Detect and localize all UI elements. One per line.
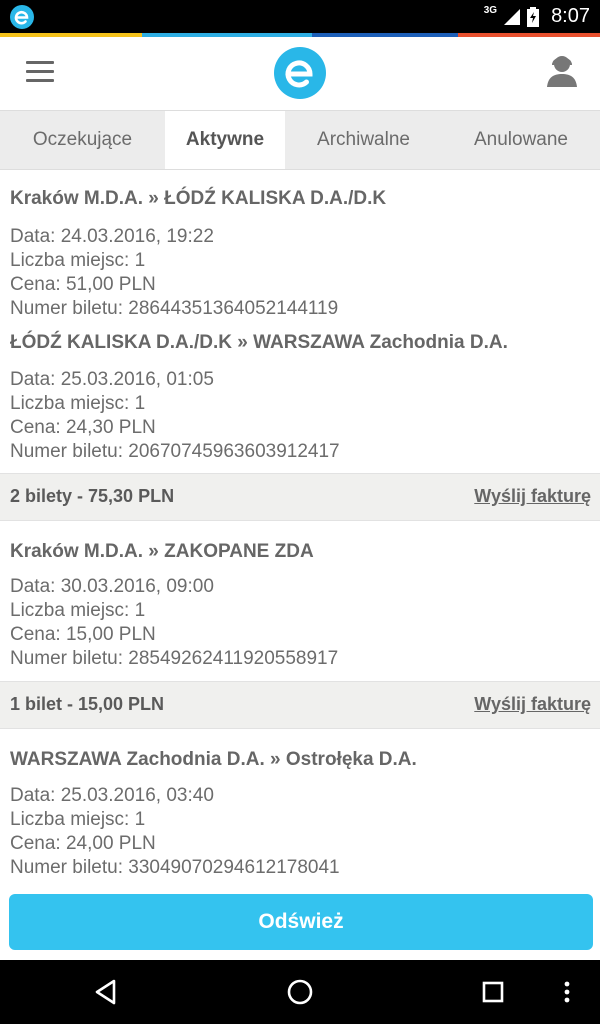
tab-label: Oczekujące [32,129,133,150]
ticket-date: Data: 25.03.2016, 01:05 [10,369,214,390]
ticket-seats: Liczba miejsc: 1 [10,393,146,414]
ticket-price: Cena: 24,30 PLN [10,417,156,438]
ticket-date: Data: 30.03.2016, 09:00 [10,576,214,597]
status-bar: 3G 8:07 [0,0,600,33]
ticket-number: Numer biletu: 33049070294612178041 [10,857,340,878]
system-navigation-bar [0,960,600,1024]
ticket-price: Cena: 24,00 PLN [10,833,156,854]
tab-active[interactable]: Aktywne [165,111,285,169]
tab-label: Anulowane [473,129,569,150]
ticket-list[interactable]: Kraków M.D.A. » ŁÓDŹ KALISKA D.A./D.K Da… [0,170,600,883]
ticket-route: WARSZAWA Zachodnia D.A. » Ostrołęka D.A. [10,749,417,770]
ticket-seats: Liczba miejsc: 1 [10,600,146,621]
order-summary: 2 bilety - 75,30 PLN Wyślij fakturę [0,473,600,521]
send-invoice-link[interactable]: Wyślij fakturę [474,694,591,715]
app-notification-icon [10,5,34,29]
back-icon[interactable] [90,976,122,1008]
tab-archived[interactable]: Archiwalne [285,111,442,169]
ticket-price: Cena: 51,00 PLN [10,274,156,295]
order-summary-text: 2 bilety - 75,30 PLN [10,486,175,506]
overflow-menu-icon[interactable] [557,976,577,1008]
ticket-seats: Liczba miejsc: 1 [10,250,146,271]
ticket-date: Data: 25.03.2016, 03:40 [10,785,214,806]
refresh-button[interactable]: Odśwież [9,894,593,950]
ticket-date: Data: 24.03.2016, 19:22 [10,226,214,247]
tab-cancelled[interactable]: Anulowane [442,111,600,169]
ticket-route: Kraków M.D.A. » ŁÓDŹ KALISKA D.A./D.K [10,188,387,209]
order-summary: 1 bilet - 15,00 PLN Wyślij fakturę [0,681,600,729]
ticket-number: Numer biletu: 20670745963603912417 [10,441,340,462]
ticket-status-tabs: Oczekujące Aktywne Archiwalne Anulowane [0,111,600,170]
send-invoice-link[interactable]: Wyślij fakturę [474,486,591,507]
ticket-number: Numer biletu: 28549262411920558917 [10,648,339,669]
order-summary-text: 1 bilet - 15,00 PLN [10,694,165,714]
signal-icon [504,8,521,25]
ticket-price: Cena: 15,00 PLN [10,624,156,645]
ticket-route: ŁÓDŹ KALISKA D.A./D.K » WARSZAWA Zachodn… [10,332,508,353]
clock: 8:07 [551,5,590,27]
home-icon[interactable] [284,976,316,1008]
recent-apps-icon[interactable] [477,976,509,1008]
tab-label: Aktywne [185,129,265,150]
app-logo-icon [274,47,326,99]
tab-label: Archiwalne [317,129,410,150]
ticket-seats: Liczba miejsc: 1 [10,809,146,830]
battery-icon [527,6,540,27]
network-type-label: 3G [483,5,498,16]
refresh-area: Odśwież [0,883,600,960]
app-bar [0,37,600,111]
ticket-number: Numer biletu: 28644351364052144119 [10,298,339,319]
tab-pending[interactable]: Oczekujące [0,111,165,169]
hamburger-menu-icon[interactable] [26,61,54,85]
ticket-route: Kraków M.D.A. » ZAKOPANE ZDA [10,541,314,562]
user-account-icon[interactable] [545,53,579,89]
